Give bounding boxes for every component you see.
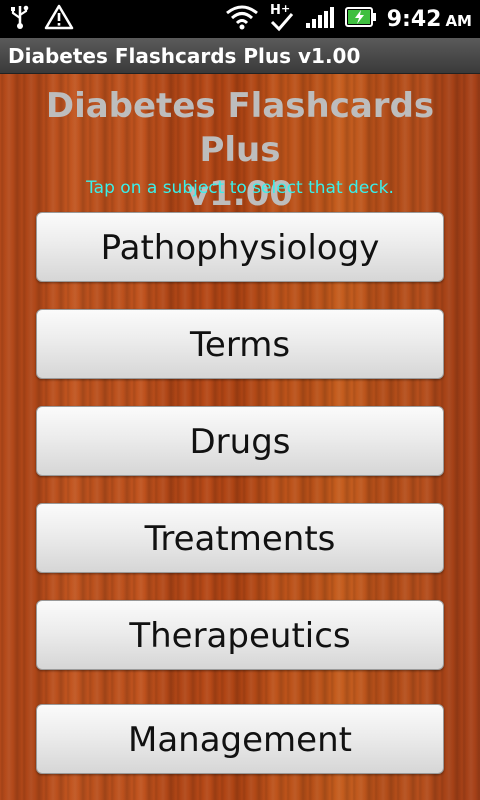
deck-button-pathophysiology[interactable]: Pathophysiology (36, 212, 444, 282)
status-bar: H + 9:42 AM (0, 0, 480, 38)
signal-icon (305, 5, 335, 33)
svg-text:+: + (281, 2, 290, 15)
window-title-bar: Diabetes Flashcards Plus v1.00 (0, 38, 480, 74)
warning-icon (44, 4, 74, 34)
hplus-icon: H + (269, 2, 295, 36)
clock-ampm: AM (445, 11, 472, 30)
deck-button-terms[interactable]: Terms (36, 309, 444, 379)
window-title: Diabetes Flashcards Plus v1.00 (8, 44, 361, 68)
clock: 9:42 AM (387, 7, 472, 32)
instruction-text: Tap on a subject to select that deck. (86, 178, 394, 198)
svg-text:H: H (270, 3, 281, 18)
wifi-icon (225, 4, 259, 34)
deck-button-treatments[interactable]: Treatments (36, 503, 444, 573)
battery-icon (344, 6, 377, 32)
main-content: Diabetes Flashcards Plus v1.00 Tap on a … (0, 74, 480, 800)
deck-button-drugs[interactable]: Drugs (36, 406, 444, 476)
deck-button-management[interactable]: Management (36, 704, 444, 774)
usb-icon (10, 4, 30, 34)
app-title-line1: Diabetes Flashcards Plus (45, 86, 435, 170)
deck-button-therapeutics[interactable]: Therapeutics (36, 600, 444, 670)
clock-time: 9:42 (386, 6, 442, 32)
